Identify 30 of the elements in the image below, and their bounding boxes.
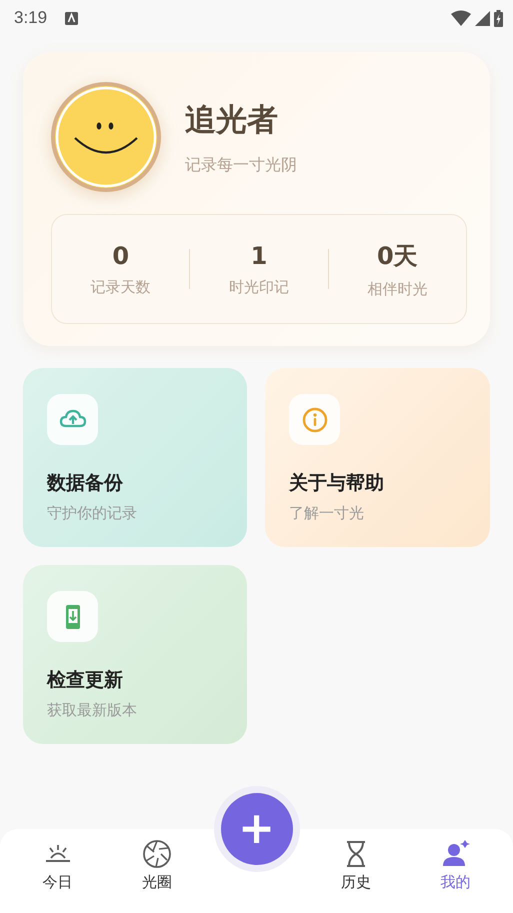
stat-value: 0天 bbox=[376, 240, 418, 272]
card-subtitle: 了解一寸光 bbox=[289, 504, 364, 523]
card-subtitle: 守护你的记录 bbox=[47, 504, 137, 523]
nav-tab[interactable]: 今日 bbox=[8, 829, 108, 892]
person-icon bbox=[440, 839, 470, 869]
stat-value: 1 bbox=[250, 242, 268, 270]
user-motto: 记录每一寸光阴 bbox=[185, 154, 297, 176]
user-name: 追光者 bbox=[185, 100, 279, 140]
status-time: 3:19 bbox=[14, 8, 48, 28]
card-subtitle: 获取最新版本 bbox=[47, 701, 137, 720]
menu-card[interactable]: 数据备份 守护你的记录 bbox=[23, 368, 247, 547]
card-title: 数据备份 bbox=[47, 471, 123, 496]
stat-value: 0 bbox=[112, 242, 130, 270]
stat-label: 时光印记 bbox=[228, 278, 289, 296]
stat-label: 记录天数 bbox=[90, 278, 151, 296]
battery-icon bbox=[494, 10, 503, 26]
menu-card[interactable]: 检查更新 获取最新版本 bbox=[23, 565, 247, 744]
stat-label: 相伴时光 bbox=[367, 280, 428, 298]
nav-tab[interactable]: 我的 bbox=[406, 829, 505, 892]
signal-icon bbox=[475, 10, 490, 26]
card-title: 关于与帮助 bbox=[289, 471, 384, 496]
info-icon bbox=[300, 406, 328, 434]
add-button[interactable]: + bbox=[220, 793, 292, 865]
menu-card[interactable]: 关于与帮助 了解一寸光 bbox=[265, 368, 490, 547]
nav-tab[interactable]: 光圈 bbox=[107, 829, 206, 892]
nav-tab[interactable]: 历史 bbox=[306, 829, 406, 892]
wifi-icon bbox=[451, 10, 471, 26]
notification-icon bbox=[65, 12, 78, 24]
card-title: 检查更新 bbox=[47, 668, 123, 693]
aperture-icon bbox=[142, 839, 172, 869]
